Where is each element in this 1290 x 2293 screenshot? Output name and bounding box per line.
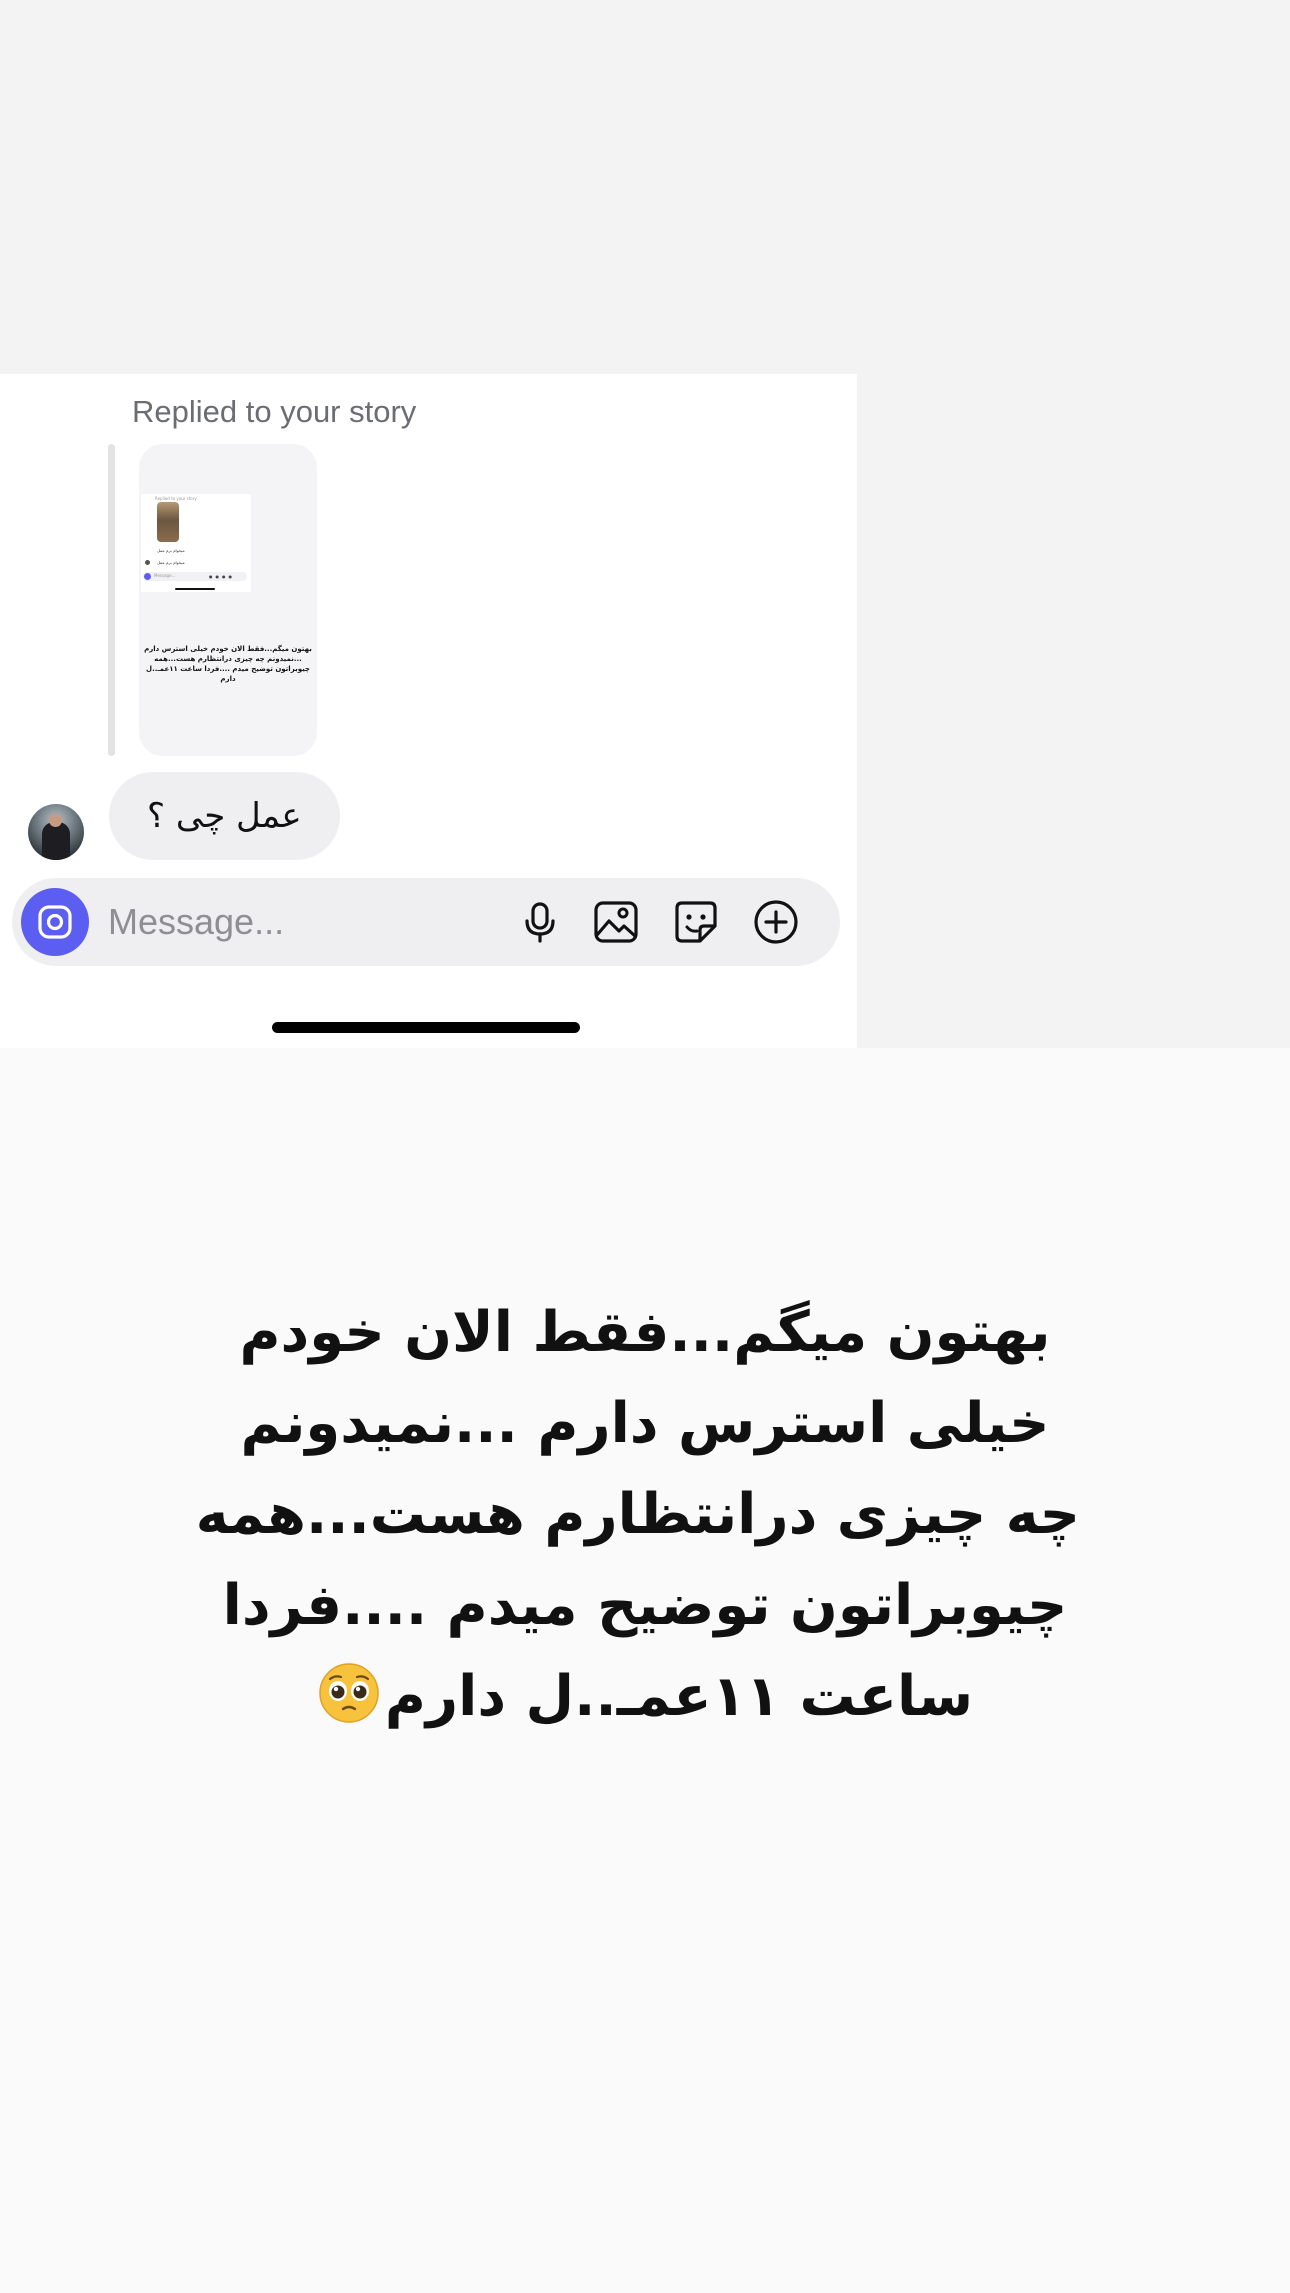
mini-camera-icon [144,573,151,580]
mini-avatar [145,560,150,565]
story-line-5: ساعت ۱۱عمـ..ل دارم [384,1664,974,1729]
mini-line-1: میخوام برم عمل [157,548,185,553]
avatar-head [49,814,62,827]
story-line-4: چیوبراتون توضیح میدم ....فردا [222,1573,1068,1638]
mini-home-indicator [175,588,215,590]
chat-screenshot: Replied to your story Replied to your st… [0,374,857,1048]
gallery-icon[interactable] [592,898,640,946]
pleading-face-emoji-icon [319,1663,379,1723]
story-thumbnail-caption: بهتون میگم...فقط الان خودم خیلی استرس دا… [144,645,312,683]
mini-header-text: Replied to your story [155,496,197,501]
story-line-2: خیلی استرس دارم ...نمیدونم [240,1391,1050,1456]
message-bubble[interactable]: عمل چی ؟ [109,772,340,860]
avatar-figure [42,822,70,860]
sender-avatar[interactable] [28,804,84,860]
story-line-5-wrapper: ساعت ۱۱عمـ..ل دارم [210,1651,1080,1742]
message-composer [12,878,840,966]
story-text-block: بهتون میگم...فقط الان خودم خیلی استرس دا… [195,1287,1080,1742]
story-thumbnail[interactable]: Replied to your story میخوام برم عمل میخ… [139,444,317,756]
mini-composer: Message... ●●●● [143,572,247,581]
camera-button[interactable] [21,888,89,956]
mini-composer-icons: ●●●● [209,574,235,579]
replied-to-story-label: Replied to your story [132,394,417,429]
reply-indicator-bar [108,444,115,756]
add-icon[interactable] [752,898,800,946]
story-line-1: بهتون میگم...فقط الان خودم [239,1300,1051,1365]
message-text: عمل چی ؟ [147,796,302,836]
story-thumbnail-screenshot: Replied to your story میخوام برم عمل میخ… [141,494,251,592]
mini-line-2: میخوام برم عمل [157,560,185,565]
mini-story-photo [157,502,179,542]
story-line-3: چه چیزی درانتظارم هست...همه [195,1482,1080,1547]
sticker-icon[interactable] [672,898,720,946]
message-input[interactable] [108,896,408,948]
camera-icon [38,905,72,939]
home-indicator[interactable] [272,1022,580,1033]
microphone-icon[interactable] [516,898,564,946]
mini-composer-placeholder: Message... [154,573,176,578]
